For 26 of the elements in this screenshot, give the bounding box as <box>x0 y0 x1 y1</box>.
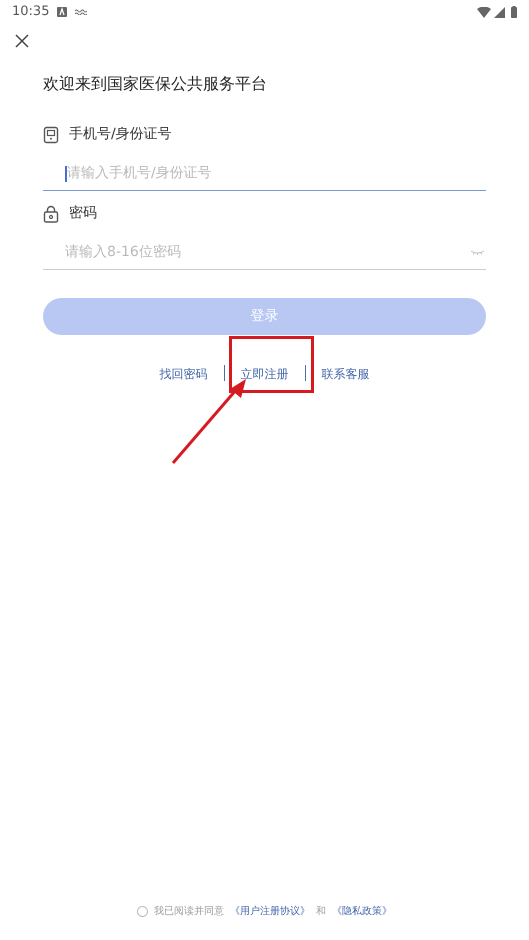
lock-icon <box>43 204 59 222</box>
agreement-text: 我已阅读并同意 <box>154 904 224 919</box>
field-label: 密码 <box>69 204 97 223</box>
agreement-text: 和 <box>316 904 326 919</box>
text-cursor <box>65 166 67 182</box>
wifi-icon <box>477 6 491 18</box>
status-time: 10:35 <box>12 3 50 22</box>
phone-icon <box>43 126 59 144</box>
field-label: 手机号/身份证号 <box>69 125 172 144</box>
page-title: 欢迎来到国家医保公共服务平台 <box>43 73 268 95</box>
input-field[interactable]: 请输入8-16位密码 <box>43 236 486 270</box>
wave-icon <box>75 9 88 15</box>
terms-link[interactable]: 《用户注册协议》 <box>230 904 310 919</box>
link[interactable]: 联系客服 <box>322 367 370 381</box>
signal-icon <box>494 6 505 18</box>
link[interactable]: 找回密码 <box>160 367 208 381</box>
text-input[interactable]: 请输入8-16位密码 <box>65 242 471 263</box>
input-field[interactable]: 请输入手机号/身份证号 <box>43 157 486 191</box>
agree-checkbox[interactable] <box>137 906 148 917</box>
link[interactable]: 立即注册 <box>240 367 288 381</box>
battery-icon <box>511 6 517 18</box>
eye-closed-icon[interactable] <box>471 250 484 255</box>
text-input[interactable]: 请输入手机号/身份证号 <box>67 163 484 184</box>
notification-icon <box>57 7 68 17</box>
privacy-link[interactable]: 《隐私政策》 <box>332 904 392 919</box>
close-button[interactable] <box>14 33 30 49</box>
